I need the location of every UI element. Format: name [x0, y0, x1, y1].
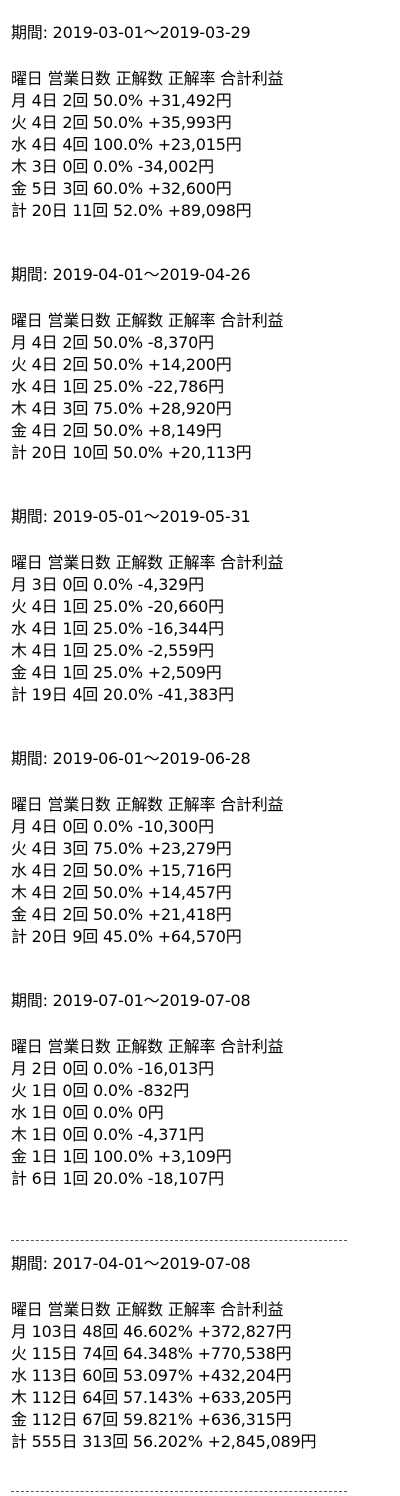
table-row: 金 5日 3回 60.0% +32,600円 — [11, 179, 232, 198]
total-row: 計 20日 9回 45.0% +64,570円 — [11, 927, 242, 946]
table-row: 木 4日 1回 25.0% -2,559円 — [11, 641, 214, 660]
total-row: 計 19日 4回 20.0% -41,383円 — [11, 685, 234, 704]
table-row: 木 112日 64回 57.143% +633,205円 — [11, 1388, 292, 1407]
results-document: 期間: 2019-03-01～2019-03-29 曜日 営業日数 正解数 正解率… — [0, 0, 400, 1496]
total-row: 計 6日 1回 20.0% -18,107円 — [11, 1169, 224, 1188]
table-header: 曜日 営業日数 正解数 正解率 合計利益 — [11, 69, 284, 88]
period-heading: 期間: 2019-07-01～2019-07-08 — [11, 991, 251, 1010]
table-row: 木 1日 0回 0.0% -4,371円 — [11, 1125, 204, 1144]
table-row: 火 4日 1回 25.0% -20,660円 — [11, 597, 224, 616]
table-row: 水 4日 2回 50.0% +15,716円 — [11, 861, 232, 880]
table-row: 月 4日 0回 0.0% -10,300円 — [11, 817, 214, 836]
table-row: 月 103日 48回 46.602% +372,827円 — [11, 1322, 292, 1341]
period-heading: 期間: 2019-06-01～2019-06-28 — [11, 749, 251, 768]
table-row: 火 4日 3回 75.0% +23,279円 — [11, 839, 232, 858]
table-header: 曜日 営業日数 正解数 正解率 合計利益 — [11, 795, 284, 814]
table-row: 火 1日 0回 0.0% -832円 — [11, 1081, 190, 1100]
table-header: 曜日 営業日数 正解数 正解率 合計利益 — [11, 1037, 284, 1056]
table-row: 金 1日 1回 100.0% +3,109円 — [11, 1147, 232, 1166]
table-row: 木 4日 2回 50.0% +14,457円 — [11, 883, 232, 902]
table-row: 水 4日 1回 25.0% -22,786円 — [11, 377, 224, 396]
table-row: 火 4日 2回 50.0% +14,200円 — [11, 355, 232, 374]
table-row: 火 4日 2回 50.0% +35,993円 — [11, 113, 232, 132]
total-row: 計 555日 313回 56.202% +2,845,089円 — [11, 1432, 317, 1451]
table-row: 木 3日 0回 0.0% -34,002円 — [11, 157, 214, 176]
dashed-separator — [11, 1240, 347, 1241]
total-row: 計 20日 11回 52.0% +89,098円 — [11, 201, 252, 220]
period-heading: 期間: 2017-04-01～2019-07-08 — [11, 1254, 251, 1273]
table-row: 月 4日 2回 50.0% -8,370円 — [11, 333, 214, 352]
table-row: 水 113日 60回 53.097% +432,204円 — [11, 1366, 292, 1385]
table-row: 水 1日 0回 0.0% 0円 — [11, 1103, 164, 1122]
table-header: 曜日 営業日数 正解数 正解率 合計利益 — [11, 1300, 284, 1319]
table-row: 水 4日 1回 25.0% -16,344円 — [11, 619, 224, 638]
period-heading: 期間: 2019-04-01～2019-04-26 — [11, 265, 251, 284]
table-row: 火 115日 74回 64.348% +770,538円 — [11, 1344, 292, 1363]
table-row: 金 4日 2回 50.0% +21,418円 — [11, 905, 232, 924]
table-row: 月 4日 2回 50.0% +31,492円 — [11, 91, 232, 110]
total-row: 計 20日 10回 50.0% +20,113円 — [11, 443, 252, 462]
table-row: 水 4日 4回 100.0% +23,015円 — [11, 135, 242, 154]
table-row: 金 4日 1回 25.0% +2,509円 — [11, 663, 222, 682]
table-row: 金 4日 2回 50.0% +8,149円 — [11, 421, 222, 440]
table-row: 月 2日 0回 0.0% -16,013円 — [11, 1059, 214, 1078]
table-header: 曜日 営業日数 正解数 正解率 合計利益 — [11, 311, 284, 330]
period-heading: 期間: 2019-03-01～2019-03-29 — [11, 23, 251, 42]
table-row: 木 4日 3回 75.0% +28,920円 — [11, 399, 232, 418]
dashed-separator — [11, 1491, 347, 1492]
table-header: 曜日 営業日数 正解数 正解率 合計利益 — [11, 553, 284, 572]
period-heading: 期間: 2019-05-01～2019-05-31 — [11, 507, 251, 526]
table-row: 金 112日 67回 59.821% +636,315円 — [11, 1410, 292, 1429]
table-row: 月 3日 0回 0.0% -4,329円 — [11, 575, 204, 594]
